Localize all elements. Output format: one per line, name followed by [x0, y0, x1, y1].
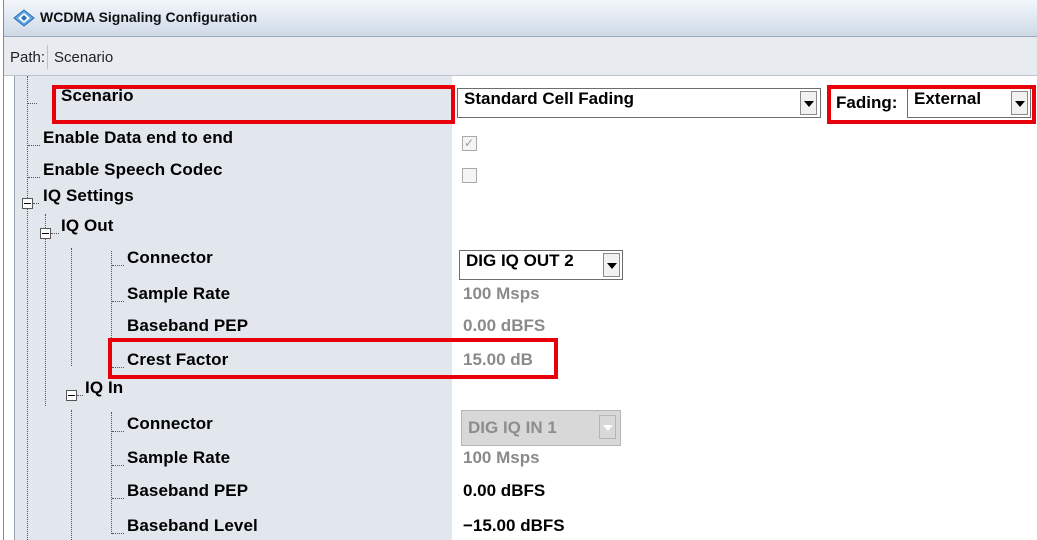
tree-label-iq-in-baseband-pep: Baseband PEP: [127, 481, 249, 500]
focus-divider: [453, 86, 455, 120]
iq-out-baseband-pep-clip: 0.00 dBFS: [453, 316, 653, 333]
fading-select[interactable]: External: [907, 88, 1031, 118]
tree-row-iq-in[interactable]: IQ In: [15, 378, 452, 412]
tree-branch: [112, 533, 124, 534]
tree-label-iq-in-connector: Connector: [127, 414, 213, 433]
tree-row-iq-in-baseband-pep[interactable]: Baseband PEP: [15, 481, 452, 515]
value-row-enable-data-e2e: ✓: [453, 128, 1037, 162]
tree-label-iq-out-connector: Connector: [127, 248, 213, 267]
tree-label-enable-data-e2e: Enable Data end to end: [43, 128, 234, 147]
chevron-down-icon: [599, 415, 616, 439]
tree-branch: [28, 177, 40, 178]
iq-in-baseband-pep-value: 0.00 dBFS: [463, 481, 546, 500]
tree-label-iq-settings: IQ Settings: [43, 186, 134, 205]
iq-in-connector-select: DIG IQ IN 1: [461, 410, 621, 446]
window-title: WCDMA Signaling Configuration: [40, 9, 258, 25]
tree-branch: [112, 301, 124, 302]
iq-out-connector-value: DIG IQ OUT 2: [466, 251, 574, 270]
tree-branch: [112, 465, 124, 466]
tree-branch: [112, 431, 124, 432]
tree-branch: [112, 367, 124, 368]
path-label: Path:: [10, 49, 46, 66]
iq-out-sample-rate-value: 100 Msps: [463, 284, 540, 303]
enable-data-e2e-checkbox[interactable]: ✓: [462, 136, 477, 151]
rohde-schwarz-diamond-icon: [13, 9, 35, 27]
tree-row-iq-in-connector[interactable]: Connector: [15, 414, 452, 448]
tree-row-enable-data-e2e[interactable]: Enable Data end to end: [15, 128, 452, 162]
tree-label-scenario: Scenario: [61, 86, 134, 105]
chevron-down-icon[interactable]: [1011, 91, 1028, 115]
iq-out-crest-factor-value: 15.00 dB: [463, 350, 533, 369]
settings-tree: Scenario Enable Data end to end Enable S…: [14, 76, 452, 540]
fading-label: Fading:: [836, 93, 898, 112]
tree-branch: [112, 498, 124, 499]
chevron-down-icon[interactable]: [800, 91, 817, 115]
iq-in-sample-rate-value: 100 Msps: [463, 448, 540, 467]
path-bar: Path: Scenario: [4, 37, 1037, 76]
tree-label-iq-in-baseband-level: Baseband Level: [127, 516, 258, 535]
title-bar: WCDMA Signaling Configuration: [4, 0, 1037, 37]
tree-row-scenario[interactable]: Scenario: [15, 86, 452, 120]
iq-in-connector-value: DIG IQ IN 1: [468, 418, 557, 437]
tree-branch: [28, 103, 37, 104]
tree-row-iq-out[interactable]: IQ Out: [15, 216, 452, 250]
chevron-down-icon[interactable]: [603, 253, 620, 277]
collapse-icon[interactable]: [22, 198, 33, 209]
tree-branch: [33, 203, 39, 204]
scenario-select-value: Standard Cell Fading: [464, 89, 635, 108]
path-separator: [47, 45, 48, 69]
collapse-icon[interactable]: [66, 390, 77, 401]
tree-row-iq-in-baseband-level[interactable]: Baseband Level: [15, 516, 452, 540]
tree-label-iq-out-sample-rate: Sample Rate: [127, 284, 231, 303]
tree-row-iq-out-connector[interactable]: Connector: [15, 248, 452, 282]
scenario-select[interactable]: Standard Cell Fading: [457, 88, 821, 118]
tree-row-iq-out-baseband-pep[interactable]: Baseband PEP: [15, 316, 452, 333]
tree-branch: [51, 233, 59, 234]
enable-speech-codec-checkbox[interactable]: [462, 168, 477, 183]
iq-out-connector-select[interactable]: DIG IQ OUT 2: [459, 250, 623, 280]
values-panel: Standard Cell Fading Fading: External ✓ …: [453, 76, 1037, 540]
iq-out-baseband-pep-value: 0.00 dBFS: [463, 316, 546, 333]
path-value: Scenario: [54, 49, 114, 66]
tree-row-iq-settings[interactable]: IQ Settings: [15, 186, 452, 220]
tree-branch: [77, 395, 83, 396]
iq-in-baseband-level-value: −15.00 dBFS: [463, 516, 565, 535]
focus-divider: [827, 86, 829, 120]
tree-label-iq-in: IQ In: [85, 378, 124, 397]
checkmark-icon: ✓: [464, 136, 475, 150]
tree-row-iq-out-sample-rate[interactable]: Sample Rate: [15, 284, 452, 318]
fading-select-value: External: [914, 89, 982, 108]
tree-label-iq-out: IQ Out: [61, 216, 114, 235]
collapse-icon[interactable]: [40, 228, 51, 239]
tree-branch: [112, 265, 124, 266]
tree-row-iq-in-sample-rate[interactable]: Sample Rate: [15, 448, 452, 482]
tree-branch: [28, 145, 40, 146]
config-window: WCDMA Signaling Configuration Path: Scen…: [3, 0, 1037, 540]
value-row-enable-speech-codec: [453, 160, 1037, 194]
tree-label-iq-out-baseband-pep: Baseband PEP: [127, 316, 249, 333]
tree-label-iq-in-sample-rate: Sample Rate: [127, 448, 231, 467]
